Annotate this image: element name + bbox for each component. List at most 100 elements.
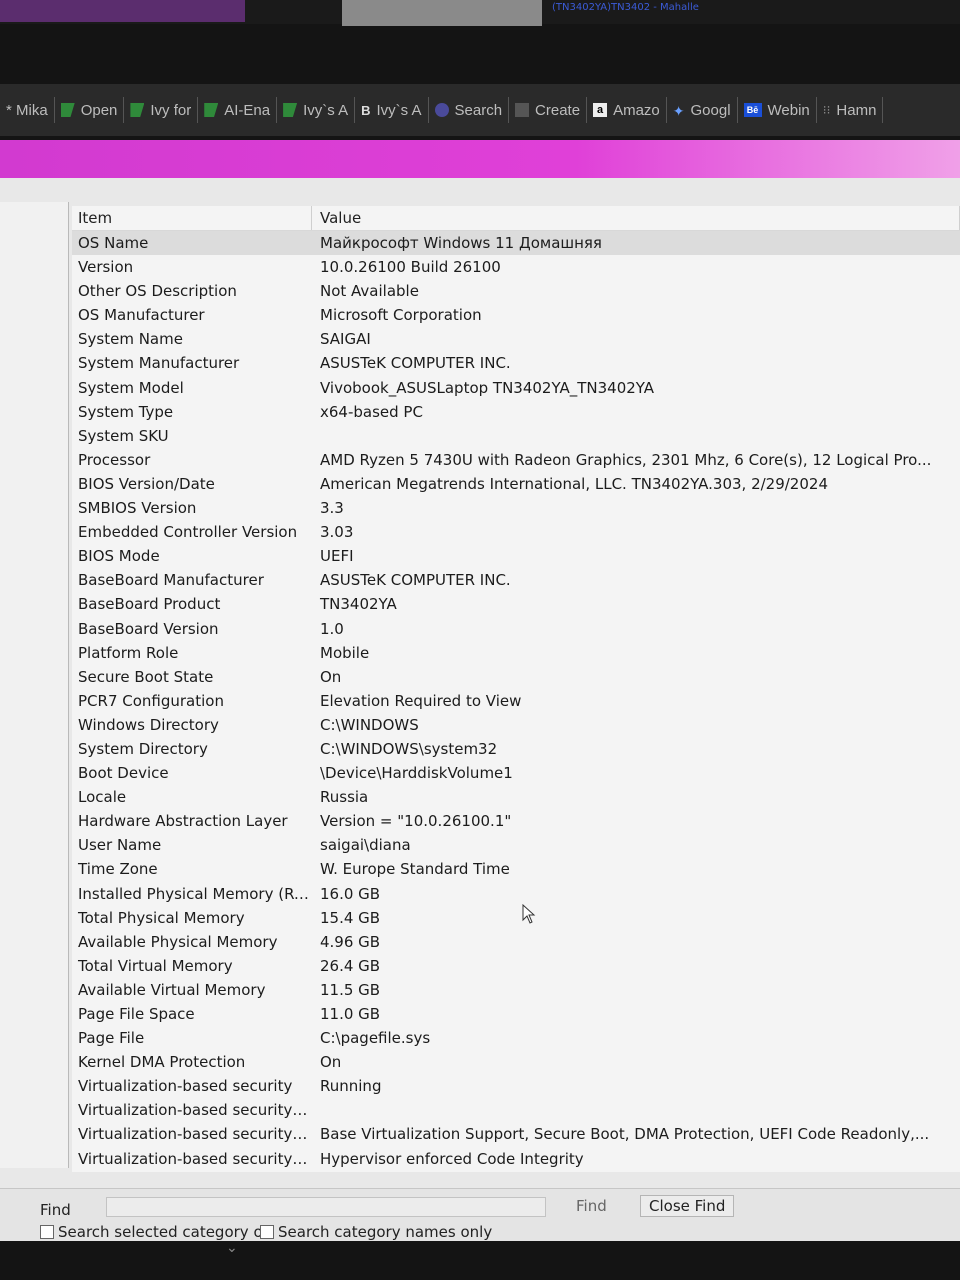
row-item: Page File Space xyxy=(78,1005,195,1023)
find-button[interactable]: Find xyxy=(576,1197,607,1215)
table-row[interactable]: Total Virtual Memory 26.4 GB xyxy=(72,954,960,978)
table-row[interactable]: BaseBoard Manufacturer ASUSTeK COMPUTER I… xyxy=(72,568,960,592)
row-value: W. Europe Standard Time xyxy=(320,860,510,879)
row-item: Locale xyxy=(78,788,127,807)
table-row[interactable]: Boot Device \Device\HarddiskVolume1 xyxy=(72,761,960,785)
row-item: Kernel DMA Protection xyxy=(78,1053,246,1072)
bookmark-item[interactable]: Create xyxy=(509,97,588,123)
row-item: Time Zone xyxy=(78,860,158,879)
bookmark-item[interactable]: AI-Ena xyxy=(198,97,278,123)
bookmark-item[interactable]: * Mika xyxy=(0,97,55,123)
row-value: 1.0 xyxy=(320,619,344,638)
row-item: System Model xyxy=(78,378,184,397)
table-row[interactable]: Available Physical Memory 4.96 GB xyxy=(72,930,960,954)
checkbox-label: Search selected category on xyxy=(58,1223,273,1241)
row-value: Майкрософт Windows 11 Домашняя xyxy=(320,234,602,252)
table-row[interactable]: Processor AMD Ryzen 5 7430U with Radeon G… xyxy=(72,448,960,472)
details-table: Item Value OS Name Майкрософт Windows 11 … xyxy=(72,206,960,1172)
table-row[interactable]: BIOS Version/Date American Megatrends Int… xyxy=(72,472,960,496)
bookmark-label: Googl xyxy=(690,101,731,119)
table-row[interactable]: Version 10.0.26100 Build 26100 xyxy=(72,255,960,279)
bookmark-item[interactable]: Open xyxy=(55,97,125,123)
row-item: PCR7 Configuration xyxy=(78,691,224,710)
table-row[interactable]: BIOS Mode UEFI xyxy=(72,544,960,568)
bookmark-item[interactable]: Ivy`s A xyxy=(277,97,356,123)
bookmark-item[interactable]: Bē Webin xyxy=(738,97,817,123)
table-row[interactable]: System Name SAIGAI xyxy=(72,327,960,351)
table-row[interactable]: Virtualization-based security Se...Hyper… xyxy=(72,1171,960,1172)
category-pane[interactable] xyxy=(0,202,69,1168)
bookmark-label: Create xyxy=(535,101,581,119)
table-row[interactable]: Virtualization-based security Re... xyxy=(72,1098,960,1122)
row-value: 3.03 xyxy=(320,523,354,542)
table-row[interactable]: Locale Russia xyxy=(72,785,960,809)
table-row[interactable]: Time Zone W. Europe Standard Time xyxy=(72,857,960,881)
checkbox-box[interactable] xyxy=(260,1225,274,1239)
table-row[interactable]: OS Name Майкрософт Windows 11 Домашняя xyxy=(72,231,960,256)
bookmark-item[interactable]: Search xyxy=(429,97,510,123)
table-row[interactable]: System SKU xyxy=(72,424,960,448)
row-item: Version xyxy=(78,258,134,277)
table-row[interactable]: PCR7 Configuration Elevation Required to … xyxy=(72,689,960,713)
table-row[interactable]: Windows Directory C:\WINDOWS xyxy=(72,713,960,737)
behance-icon: Bē xyxy=(743,103,762,117)
row-item: OS Name xyxy=(78,234,149,252)
row-item: Virtualization-based security xyxy=(78,1077,293,1096)
find-input[interactable] xyxy=(106,1197,546,1217)
table-row[interactable]: Embedded Controller Version 3.03 xyxy=(72,520,960,544)
bookmark-item[interactable]: ✦ Googl xyxy=(667,97,738,123)
table-row[interactable]: BaseBoard Version 1.0 xyxy=(72,617,960,641)
bookmark-label: Webin xyxy=(767,101,810,119)
green-flag-icon xyxy=(130,103,145,117)
table-header: Item Value xyxy=(72,206,960,231)
bookmark-label: Ivy for xyxy=(150,101,192,119)
row-item: System Manufacturer xyxy=(78,354,240,373)
bookmark-item[interactable]: ⁝⁝ Hamn xyxy=(817,97,884,123)
table-row[interactable]: Page File C:\pagefile.sys xyxy=(72,1026,960,1050)
table-row[interactable]: BaseBoard Product TN3402YA xyxy=(72,592,960,616)
bookmark-item[interactable]: Ivy for xyxy=(124,97,199,123)
row-value: Mobile xyxy=(320,643,370,662)
table-row[interactable]: System Type x64-based PC xyxy=(72,400,960,424)
search-category-names-checkbox[interactable]: Search category names only xyxy=(260,1223,492,1241)
dots-icon: ⁝⁝ xyxy=(822,103,831,117)
row-value: 4.96 GB xyxy=(320,932,381,951)
table-row[interactable]: Virtualization-based security Av... Base … xyxy=(72,1122,960,1146)
table-row[interactable]: Secure Boot State On xyxy=(72,665,960,689)
header-item[interactable]: Item xyxy=(72,206,312,230)
search-selected-category-checkbox[interactable]: Search selected category on xyxy=(40,1223,272,1241)
row-value: Version = "10.0.26100.1" xyxy=(320,812,512,831)
row-item: Embedded Controller Version xyxy=(78,523,298,542)
bookmark-item[interactable]: a Amazo xyxy=(587,97,667,123)
table-row[interactable]: Total Physical Memory 15.4 GB xyxy=(72,906,960,930)
bookmark-label: Search xyxy=(454,101,503,119)
green-flag-icon xyxy=(60,103,75,117)
table-row[interactable]: SMBIOS Version 3.3 xyxy=(72,496,960,520)
row-item: SMBIOS Version xyxy=(78,499,197,518)
table-row[interactable]: Available Virtual Memory 11.5 GB xyxy=(72,978,960,1002)
checkbox-box[interactable] xyxy=(40,1225,54,1239)
table-row[interactable]: System Model Vivobook_ASUSLaptop TN3402YA… xyxy=(72,376,960,400)
row-item: Available Virtual Memory xyxy=(78,980,266,999)
table-row[interactable]: Other OS Description Not Available xyxy=(72,279,960,303)
table-row[interactable]: Virtualization-based security Se...Hyper… xyxy=(72,1147,960,1171)
header-value[interactable]: Value xyxy=(312,206,960,230)
table-row[interactable]: Virtualization-based security Running xyxy=(72,1074,960,1098)
mouse-cursor-icon xyxy=(522,904,536,924)
table-row[interactable]: User Name saigai\diana xyxy=(72,833,960,857)
row-item: User Name xyxy=(78,836,162,855)
table-row[interactable]: System Directory C:\WINDOWS\system32 xyxy=(72,737,960,761)
table-row[interactable]: System Manufacturer ASUSTeK COMPUTER INC. xyxy=(72,351,960,375)
table-row[interactable]: OS Manufacturer Microsoft Corporation xyxy=(72,303,960,327)
table-row[interactable]: Hardware Abstraction Layer Version = "10.… xyxy=(72,809,960,833)
table-row[interactable]: Installed Physical Memory (RAM) 16.0 GB xyxy=(72,882,960,906)
table-row[interactable]: Platform Role Mobile xyxy=(72,641,960,665)
taskbar-thumbnail[interactable] xyxy=(342,0,542,26)
row-item: Hardware Abstraction Layer xyxy=(78,812,288,831)
row-item: Virtualization-based security Av... xyxy=(78,1125,312,1144)
table-row[interactable]: Kernel DMA Protection On xyxy=(72,1050,960,1074)
bookmark-item[interactable]: B Ivy`s A xyxy=(355,97,429,123)
row-value: Vivobook_ASUSLaptop TN3402YA_TN3402YA xyxy=(320,378,655,397)
table-row[interactable]: Page File Space 11.0 GB xyxy=(72,1002,960,1026)
close-find-button[interactable]: Close Find xyxy=(640,1195,735,1217)
